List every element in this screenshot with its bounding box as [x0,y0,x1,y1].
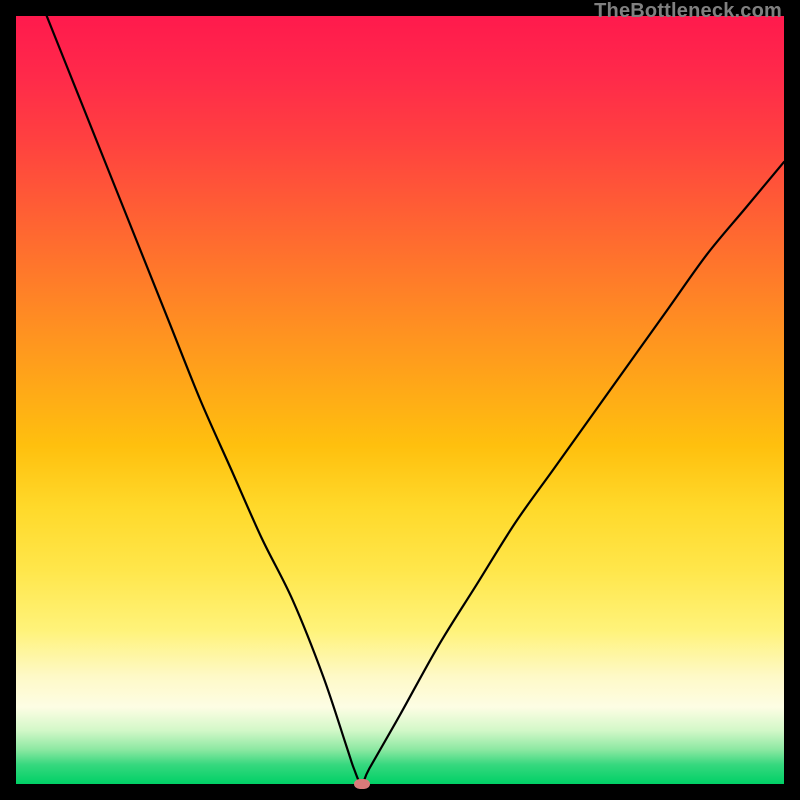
bottleneck-curve [16,16,784,784]
watermark-text: TheBottleneck.com [594,0,782,23]
optimal-marker [354,779,370,789]
chart-frame: TheBottleneck.com [0,0,800,800]
plot-area [16,16,784,784]
